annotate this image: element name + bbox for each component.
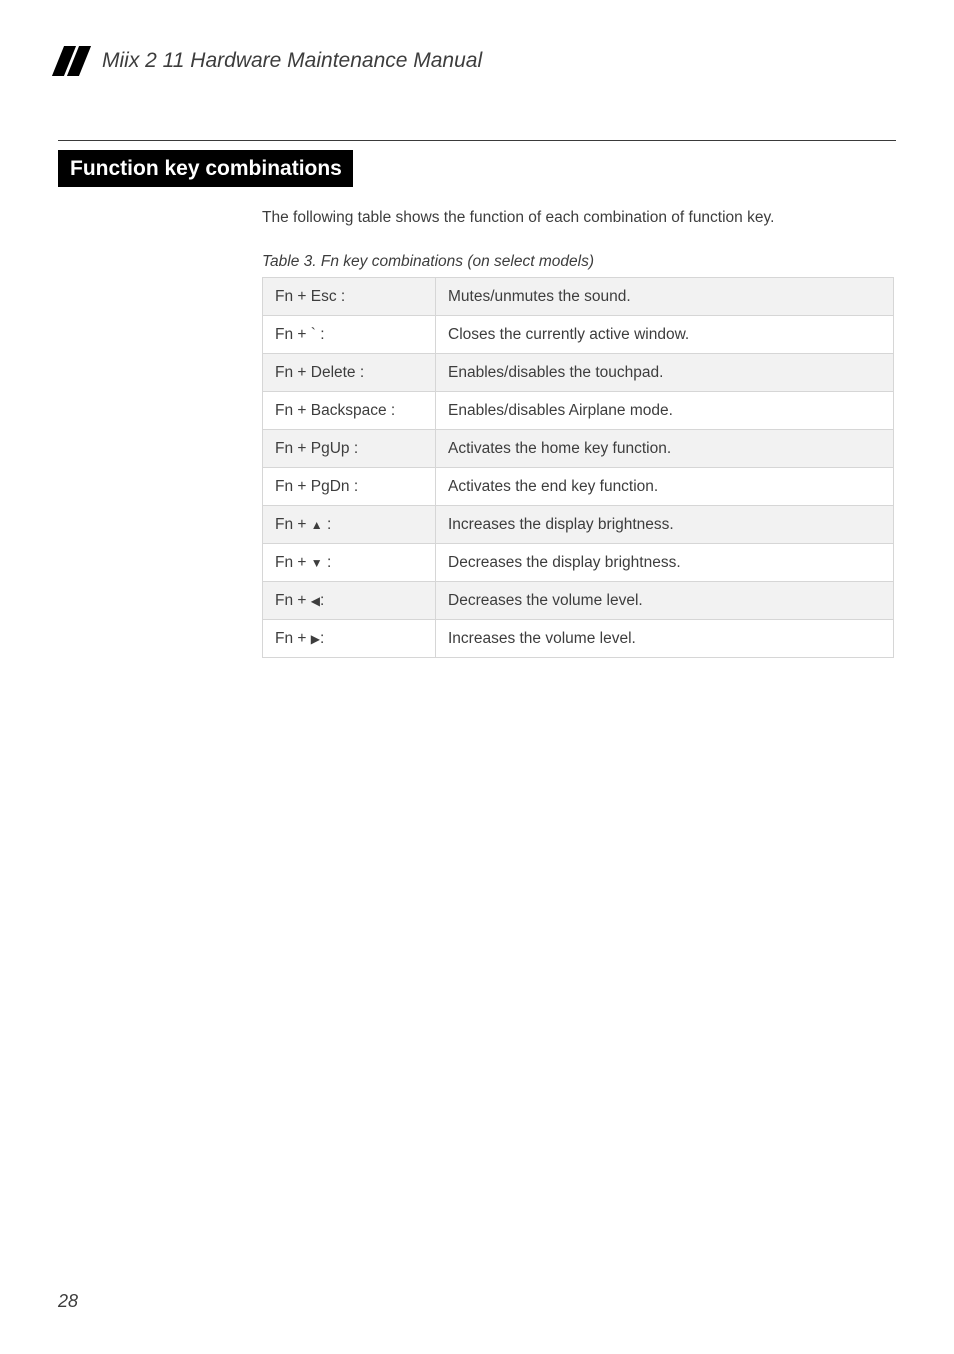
table-row: Fn + Delete : Enables/disables the touch… bbox=[263, 354, 894, 392]
key-desc: Increases the volume level. bbox=[436, 620, 894, 658]
right-triangle-icon: ▶ bbox=[311, 632, 320, 646]
section-heading: Function key combinations bbox=[58, 150, 353, 187]
up-triangle-icon: ▲ bbox=[311, 518, 323, 532]
table-row: Fn + ▶: Increases the volume level. bbox=[263, 620, 894, 658]
key-post: : bbox=[320, 630, 324, 647]
key-desc: Increases the display brightness. bbox=[436, 506, 894, 544]
key-desc: Decreases the volume level. bbox=[436, 582, 894, 620]
key-combo: Fn + PgUp : bbox=[263, 430, 436, 468]
divider bbox=[58, 140, 896, 141]
section-heading-wrap: Function key combinations bbox=[58, 150, 954, 187]
table-row: Fn + ▲ : Increases the display brightnes… bbox=[263, 506, 894, 544]
table-row: Fn + ` : Closes the currently active win… bbox=[263, 316, 894, 354]
key-post: : bbox=[323, 516, 332, 533]
table-row: Fn + Esc : Mutes/unmutes the sound. bbox=[263, 278, 894, 316]
key-desc: Mutes/unmutes the sound. bbox=[436, 278, 894, 316]
key-desc: Activates the home key function. bbox=[436, 430, 894, 468]
table-row: Fn + ▼ : Decreases the display brightnes… bbox=[263, 544, 894, 582]
key-combo: Fn + ▼ : bbox=[263, 544, 436, 582]
table-row: Fn + Backspace : Enables/disables Airpla… bbox=[263, 392, 894, 430]
page-number: 28 bbox=[58, 1291, 78, 1312]
table-row: Fn + ◀: Decreases the volume level. bbox=[263, 582, 894, 620]
key-pre: Fn + bbox=[275, 630, 311, 647]
key-desc: Enables/disables the touchpad. bbox=[436, 354, 894, 392]
key-combo: Fn + Backspace : bbox=[263, 392, 436, 430]
key-combo: Fn + Delete : bbox=[263, 354, 436, 392]
key-combo: Fn + PgDn : bbox=[263, 468, 436, 506]
left-triangle-icon: ◀ bbox=[311, 594, 320, 608]
key-pre: Fn + bbox=[275, 554, 311, 571]
key-combo: Fn + ` : bbox=[263, 316, 436, 354]
key-pre: Fn + bbox=[275, 592, 311, 609]
page-header: Miix 2 11 Hardware Maintenance Manual bbox=[0, 0, 954, 76]
fn-key-table: Fn + Esc : Mutes/unmutes the sound. Fn +… bbox=[262, 277, 894, 658]
table-row: Fn + PgDn : Activates the end key functi… bbox=[263, 468, 894, 506]
key-desc: Activates the end key function. bbox=[436, 468, 894, 506]
key-desc: Enables/disables Airplane mode. bbox=[436, 392, 894, 430]
key-combo: Fn + ▲ : bbox=[263, 506, 436, 544]
down-triangle-icon: ▼ bbox=[311, 556, 323, 570]
content-area: The following table shows the function o… bbox=[262, 209, 894, 658]
key-post: : bbox=[323, 554, 332, 571]
key-combo: Fn + Esc : bbox=[263, 278, 436, 316]
document-title: Miix 2 11 Hardware Maintenance Manual bbox=[102, 49, 482, 73]
key-post: : bbox=[320, 592, 324, 609]
key-combo: Fn + ◀: bbox=[263, 582, 436, 620]
key-combo: Fn + ▶: bbox=[263, 620, 436, 658]
table-caption: Table 3. Fn key combinations (on select … bbox=[262, 253, 894, 271]
key-desc: Closes the currently active window. bbox=[436, 316, 894, 354]
logo-icon bbox=[58, 46, 88, 76]
intro-text: The following table shows the function o… bbox=[262, 209, 894, 227]
key-pre: Fn + bbox=[275, 516, 311, 533]
key-desc: Decreases the display brightness. bbox=[436, 544, 894, 582]
table-row: Fn + PgUp : Activates the home key funct… bbox=[263, 430, 894, 468]
